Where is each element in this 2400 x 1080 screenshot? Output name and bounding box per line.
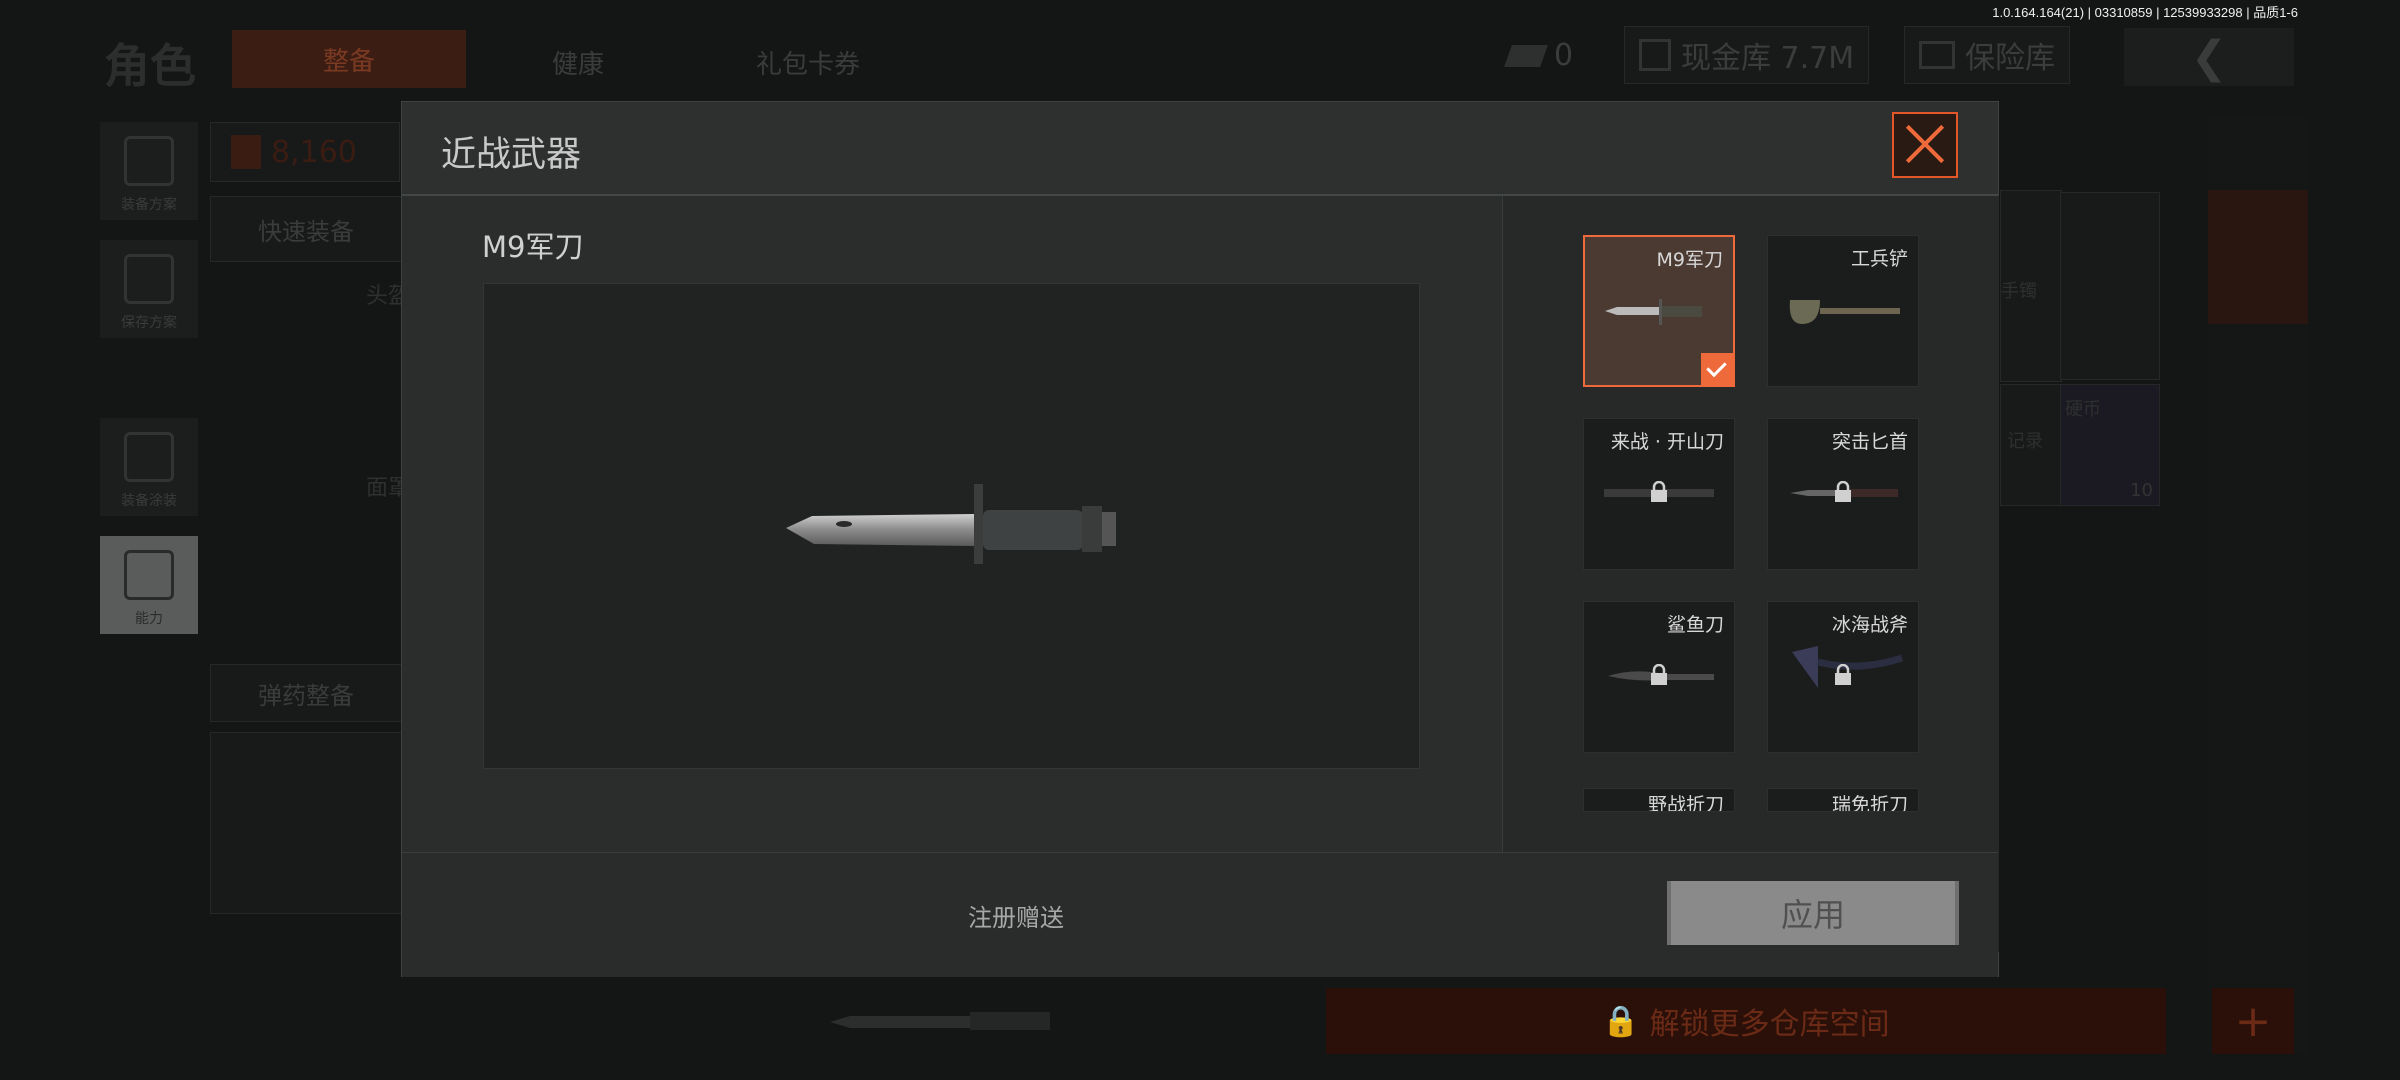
shovel-icon [1789,300,1900,324]
nav-label: 装备涂装 [121,493,177,509]
knife-icon [1605,299,1702,325]
dialog-header [402,102,1998,196]
safe-vault-label: 保险库 [1965,41,2055,76]
lock-icon [1835,664,1851,685]
ammo-equip-button[interactable]: 弹药整备 [210,664,402,722]
weapon-item-m9[interactable]: M9军刀 [1583,235,1735,387]
weapon-item-ice-axe[interactable]: 冰海战斧 [1767,601,1919,753]
coin-count: 10 [2130,480,2153,501]
armor-icon [231,135,261,169]
lightning-icon [124,550,174,600]
weapon-item-shovel[interactable]: 工兵铲 [1767,235,1919,387]
ticket-icon [1503,44,1549,67]
safe-icon [1919,41,1955,69]
version-info: 1.0.164.164(21) | 03310859 | 12539933298… [1992,5,2298,20]
back-button[interactable]: ❮ [2124,28,2294,86]
cash-vault-label: 现金库 7.7M [1681,41,1855,76]
lock-icon [1651,664,1667,685]
tab-equip[interactable]: 整备 [232,30,466,88]
lock-icon [1651,481,1667,502]
armor-value: 8,160 [271,134,357,170]
weapon-name: 突击匕首 [1831,431,1908,453]
weapon-name: 工兵铲 [1850,248,1908,270]
bracelet-label: 手镯 [2001,281,2037,302]
weapon-name: 瑞免折刀 [1831,794,1908,812]
tab-gift-cards[interactable]: 礼包卡券 [756,44,860,81]
helmet-icon [124,432,174,482]
weapon-name: M9军刀 [1656,249,1723,271]
weapon-item-machete[interactable]: 来战 · 开山刀 [1583,418,1735,570]
nav-label: 装备方案 [121,197,177,213]
record-label: 记录 [2007,431,2043,452]
nav-ability[interactable]: 能力 [100,536,198,634]
armor-stat: 8,160 [210,122,400,182]
radio-item[interactable] [2060,192,2160,380]
weapon-item-folding-knife[interactable]: 瑞免折刀 [1767,788,1919,812]
coin-item[interactable]: 硬币 10 [2060,384,2160,506]
record-slot[interactable]: 记录 [2000,384,2062,506]
cash-vault-button[interactable]: 现金库 7.7M [1624,26,1870,84]
weapon-name: 鲨鱼刀 [1666,614,1724,636]
nav-label: 保存方案 [121,315,177,331]
bottom-knife-preview [830,1000,1060,1040]
back-arrow-icon: ❮ [2190,31,2228,83]
nav-save-plan[interactable]: 保存方案 [100,240,198,338]
category-active[interactable] [2208,190,2308,324]
selected-check-icon [1701,353,1733,385]
weapon-preview [483,283,1420,769]
ticket-stat: 0 [1503,38,1574,73]
weapon-name: 野战折刀 [1647,794,1724,812]
preview-weapon-name: M9军刀 [482,230,584,264]
weapon-item-field-folding-knife[interactable]: 野战折刀 [1583,788,1735,812]
bracelet-slot[interactable]: 手镯 [2000,190,2062,382]
ammo-slot[interactable] [210,732,402,914]
weapon-name: 来战 · 开山刀 [1610,431,1724,453]
ticket-count: 0 [1554,38,1574,73]
vest-icon [124,136,174,186]
nav-equip-paint[interactable]: 装备涂装 [100,418,198,516]
quick-equip-button[interactable]: 快速装备 [210,196,402,262]
dialog-title: 近战武器 [441,135,582,175]
melee-weapon-dialog: 近战武器 M9军刀 M9军刀 工兵铲 来战 · 开山刀 突击匕首 鲨鱼刀 冰海战… [401,101,1999,977]
nav-label: 能力 [135,611,163,627]
weapon-name: 冰海战斧 [1831,614,1908,636]
weapon-item-assault-dagger[interactable]: 突击匕首 [1767,418,1919,570]
close-button[interactable] [1892,112,1958,178]
safe-vault-button[interactable]: 保险库 [1904,26,2070,84]
m9-bayonet-icon [786,484,1116,564]
download-icon [124,254,174,304]
page-title: 角色 [104,39,196,93]
coin-label: 硬币 [2065,399,2101,420]
add-storage-button[interactable]: + [2212,988,2294,1054]
apply-button[interactable]: 应用 [1667,881,1959,945]
register-gift-label: 注册赠送 [968,904,1064,932]
lock-icon: 🔒 [1602,1003,1640,1039]
unlock-storage-label: 解锁更多仓库空间 [1649,1007,1890,1042]
knife-icon [830,1012,1050,1030]
weapon-list[interactable] [1502,196,1999,952]
vault-icon [1639,39,1671,71]
unlock-storage-button[interactable]: 🔒 解锁更多仓库空间 [1326,988,2166,1054]
weapon-item-shark-knife[interactable]: 鲨鱼刀 [1583,601,1735,753]
nav-loadout-plan[interactable]: 装备方案 [100,122,198,220]
lock-icon [1835,481,1851,502]
tab-health[interactable]: 健康 [552,44,604,81]
